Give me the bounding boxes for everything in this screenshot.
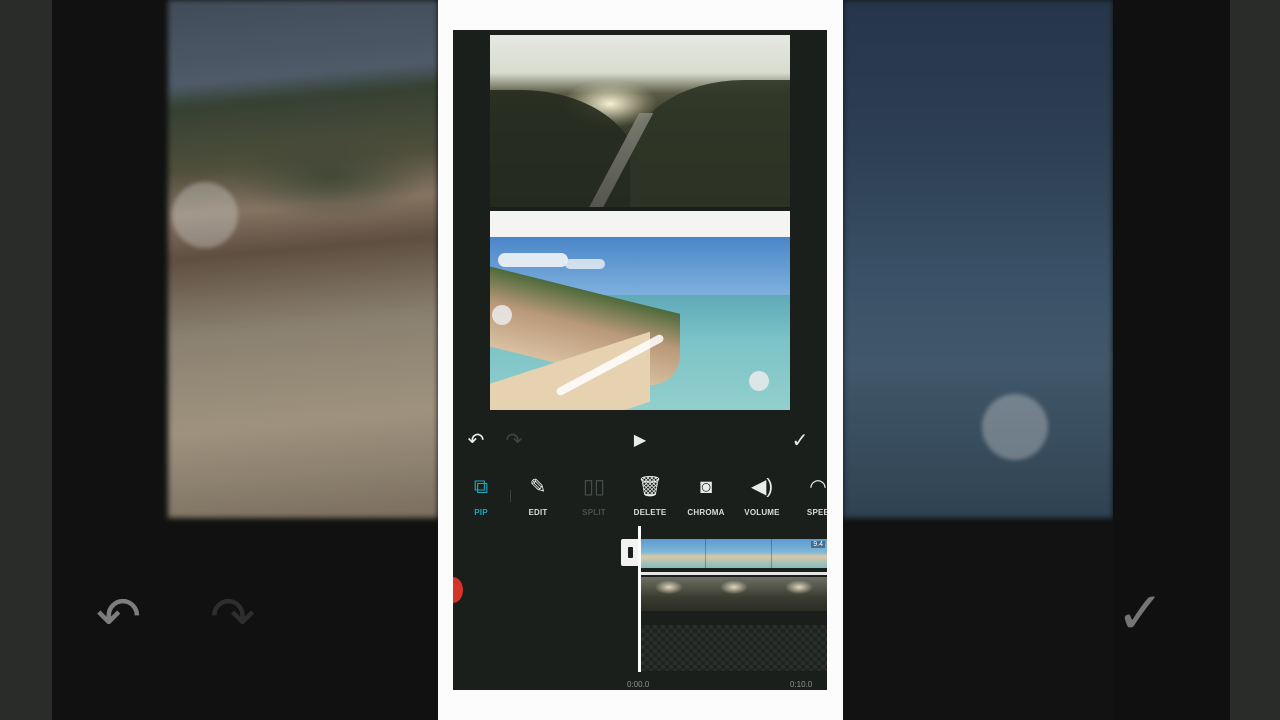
- main-track-clip[interactable]: [641, 577, 827, 611]
- hill-shape: [490, 90, 640, 207]
- cloud-shape: [565, 259, 605, 269]
- record-button[interactable]: [453, 577, 463, 603]
- video-editor-app: ↶ ↷ ▶ ✓ ⧉ PIP ✎ EDIT ▯▯ SPLIT 🗑 DELETE ◙…: [453, 30, 827, 690]
- check-icon[interactable]: ✓: [787, 429, 813, 453]
- play-icon[interactable]: ▶: [627, 429, 653, 453]
- playhead[interactable]: [638, 526, 641, 672]
- background-image-left: [168, 0, 438, 518]
- background-image-right: [843, 0, 1113, 518]
- tool-label: SPLIT: [582, 508, 606, 517]
- start-time-label: 0:00.0: [627, 680, 650, 689]
- tool-delete[interactable]: 🗑 DELETE: [624, 474, 676, 517]
- tool-chroma[interactable]: ◙ CHROMA: [680, 474, 732, 517]
- background-undo-icon: ↶: [96, 587, 142, 647]
- split-icon: ▯▯: [582, 476, 605, 498]
- tool-edit[interactable]: ✎ EDIT: [512, 474, 564, 517]
- pip-resize-handle[interactable]: [749, 371, 769, 391]
- pip-rotate-handle[interactable]: [492, 305, 512, 325]
- tool-label: DELETE: [633, 508, 667, 517]
- empty-track[interactable]: [641, 625, 827, 671]
- toolbar-divider: [510, 490, 511, 502]
- tool-label: CHROMA: [687, 508, 725, 517]
- timeline[interactable]: 9.4 0:00.0 0:10.0: [453, 526, 827, 690]
- pip-add-icon: ⧉: [473, 476, 489, 498]
- edit-toolbar: ⧉ PIP ✎ EDIT ▯▯ SPLIT 🗑 DELETE ◙ CHROMA …: [453, 468, 827, 530]
- end-time-label: 0:10.0: [790, 680, 813, 689]
- chroma-icon: ◙: [699, 476, 713, 498]
- trash-icon: 🗑: [637, 476, 663, 498]
- volume-icon: ◀): [750, 476, 774, 498]
- frame-divider: [705, 539, 706, 568]
- frame-divider: [771, 539, 772, 568]
- main-clip-preview[interactable]: [490, 35, 790, 207]
- video-preview[interactable]: [453, 30, 827, 420]
- tool-label: VOLUME: [744, 508, 780, 517]
- pencil-icon: ✎: [529, 476, 547, 498]
- phone-frame: ↶ ↷ ▶ ✓ ⧉ PIP ✎ EDIT ▯▯ SPLIT 🗑 DELETE ◙…: [438, 0, 843, 720]
- track-separator: [641, 572, 827, 575]
- background-circle: [172, 182, 238, 248]
- cloud-shape: [498, 253, 568, 267]
- tool-label: PIP: [474, 508, 488, 517]
- pip-clip-preview[interactable]: [490, 211, 790, 410]
- pip-track-clip[interactable]: 9.4: [641, 539, 827, 568]
- tool-split[interactable]: ▯▯ SPLIT: [568, 474, 620, 517]
- background-edge-right: [1230, 0, 1280, 720]
- hill-shape: [630, 80, 790, 207]
- tool-pip[interactable]: ⧉ PIP: [455, 474, 507, 517]
- speed-icon: ◠: [809, 476, 827, 498]
- background-check-icon: ✓: [1116, 581, 1165, 646]
- redo-icon[interactable]: ↷: [501, 429, 527, 453]
- tool-volume[interactable]: ◀) VOLUME: [736, 474, 788, 517]
- tool-label: SPEE: [806, 508, 827, 517]
- background-circle: [982, 394, 1048, 460]
- undo-icon[interactable]: ↶: [463, 429, 489, 453]
- tool-label: EDIT: [528, 508, 548, 517]
- screen: ↶ ↷ ✓ ↶ ↷ ▶ ✓ ⧉ PIP ✎ EDIT ▯▯ SPLIT 🗑 DE…: [0, 0, 1280, 720]
- clip-duration: 9.4: [811, 541, 825, 548]
- background-redo-icon: ↷: [210, 587, 256, 647]
- playback-controls: ↶ ↷ ▶ ✓: [453, 425, 827, 459]
- tool-speed[interactable]: ◠ SPEE: [792, 474, 827, 517]
